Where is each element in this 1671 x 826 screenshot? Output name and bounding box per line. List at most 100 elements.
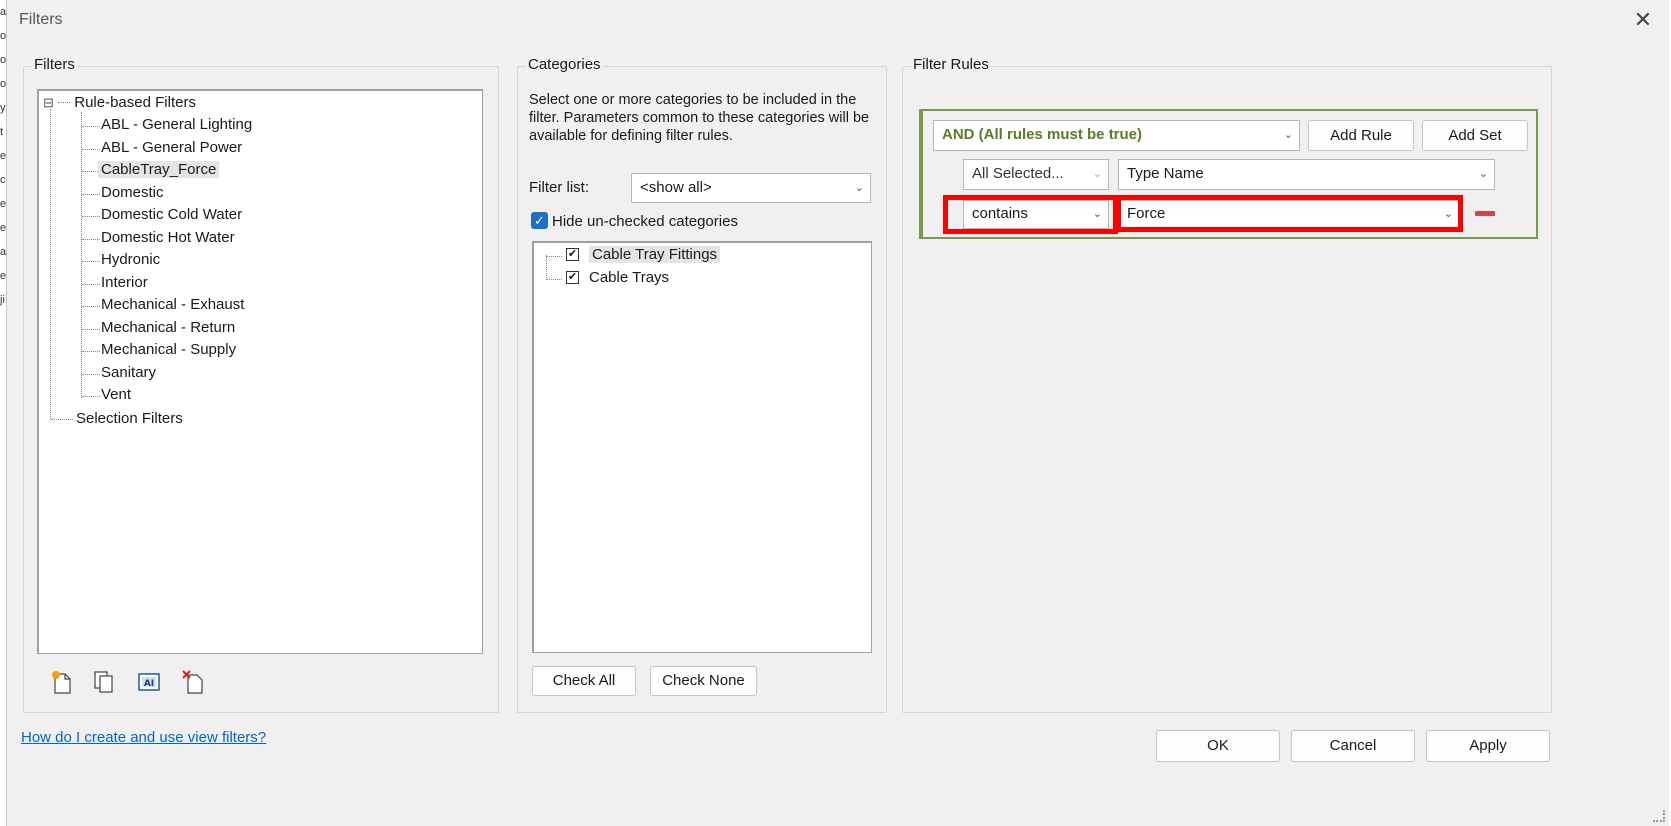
tree-connector [82, 373, 100, 375]
rule-operator-value: contains [972, 205, 1028, 222]
duplicate-filter-icon[interactable] [92, 669, 116, 695]
filters-group-label: Filters [32, 56, 77, 73]
tree-connector [546, 255, 547, 278]
hide-unchecked-checkbox[interactable]: ✓ [531, 212, 548, 229]
category-item-label: Cable Tray Fittings [589, 246, 721, 263]
filter-rules-group: Filter Rules AND (All rules must be true… [902, 56, 1552, 713]
rule-value-dropdown[interactable]: Force ⌄ [1118, 200, 1460, 229]
category-item[interactable]: Cable Trays [589, 267, 669, 289]
filter-item[interactable]: Mechanical - Return [101, 317, 235, 339]
logic-operator-dropdown[interactable]: AND (All rules must be true) ⌄ [933, 120, 1300, 151]
cancel-button[interactable]: Cancel [1291, 730, 1415, 762]
dialog-title: Filters [19, 11, 63, 28]
filter-item-label: Vent [101, 386, 132, 403]
category-checkbox[interactable]: ✔ [566, 248, 579, 261]
tree-connector [58, 102, 71, 103]
collapse-icon[interactable]: ⊟ [43, 95, 54, 110]
filter-item[interactable]: ABL - General Lighting [101, 114, 252, 136]
check-none-button[interactable]: Check None [650, 666, 757, 696]
tree-connector [546, 278, 562, 280]
rule-value-value: Force [1127, 205, 1166, 222]
tree-root-rule-based-label: Rule-based Filters [74, 94, 196, 111]
new-filter-icon[interactable] [51, 669, 75, 695]
ok-button[interactable]: OK [1156, 730, 1280, 762]
rule-parameter-value: Type Name [1127, 165, 1204, 182]
filter-item-label: Domestic Hot Water [101, 228, 235, 246]
filter-item[interactable]: Domestic Cold Water [101, 204, 242, 226]
chevron-down-icon: ⌄ [1478, 168, 1488, 180]
rule-scope-dropdown[interactable]: All Selected... ⌄ [963, 159, 1109, 190]
add-set-button[interactable]: Add Set [1422, 120, 1528, 151]
filter-item-label: CableTray_Force [98, 161, 220, 178]
apply-button[interactable]: Apply [1426, 730, 1550, 762]
add-rule-button[interactable]: Add Rule [1308, 120, 1414, 151]
tree-root-selection[interactable]: Selection Filters [76, 408, 183, 430]
filter-item-label: ABL - General Lighting [101, 116, 253, 133]
tree-connector [82, 126, 100, 127]
filter-item[interactable]: Domestic Hot Water [101, 227, 235, 249]
categories-description: Select one or more categories to be incl… [529, 92, 870, 144]
delete-filter-icon[interactable] [182, 669, 206, 695]
tree-connector [82, 261, 100, 262]
filter-item[interactable]: CableTray_Force [98, 159, 220, 181]
filter-item-label: Interior [101, 273, 148, 291]
filter-list-dropdown[interactable]: <show all> ⌄ [631, 173, 871, 203]
category-item[interactable]: Cable Tray Fittings [589, 244, 721, 266]
categories-group-label: Categories [526, 56, 603, 73]
filter-item-label: Hydronic [101, 251, 161, 268]
tree-connector [51, 419, 73, 420]
hide-unchecked-label[interactable]: Hide un-checked categories [552, 213, 738, 230]
filter-item-label: Domestic Cold Water [101, 206, 243, 223]
filter-item[interactable]: Mechanical - Supply [101, 339, 236, 361]
filter-item[interactable]: ABL - General Power [101, 137, 242, 159]
chevron-down-icon: ⌄ [854, 182, 864, 194]
categories-group: Categories Select one or more categories… [517, 56, 887, 713]
tree-root-rule-based[interactable]: ⊟ Rule-based Filters [43, 92, 196, 114]
filter-item-label: Mechanical - Supply [101, 341, 237, 358]
rule-scope-value: All Selected... [972, 165, 1064, 182]
filter-rules-group-label: Filter Rules [911, 56, 991, 73]
filter-list-value: <show all> [640, 179, 712, 196]
tree-connector [50, 109, 51, 419]
filter-item-label: Mechanical - Exhaust [101, 296, 245, 313]
chevron-down-icon: ⌄ [1443, 208, 1453, 220]
filter-item[interactable]: Hydronic [101, 249, 160, 271]
tree-connector [82, 351, 100, 352]
tree-root-selection-label: Selection Filters [76, 410, 183, 427]
filter-item[interactable]: Domestic [101, 182, 164, 204]
filter-item[interactable]: Mechanical - Exhaust [101, 294, 244, 316]
logic-operator-value: AND (All rules must be true) [942, 126, 1143, 143]
filter-item[interactable]: Sanitary [101, 362, 156, 384]
close-icon[interactable]: ✕ [1631, 8, 1655, 32]
filter-item[interactable]: Vent [101, 384, 131, 406]
check-all-button[interactable]: Check All [532, 666, 636, 696]
tree-connector [82, 396, 100, 397]
tree-connector [82, 216, 100, 217]
rule-operator-dropdown[interactable]: contains ⌄ [963, 200, 1109, 229]
tree-connector [82, 238, 100, 240]
filter-item-label: Mechanical - Return [101, 318, 236, 336]
resize-grip-icon[interactable] [1653, 810, 1665, 822]
filters-dialog: Filters ✕ Filters ⊟ Rule-based Filters A… [6, 0, 1669, 826]
title-bar: Filters ✕ [7, 0, 1669, 42]
tree-connector [81, 112, 82, 398]
svg-text:AI: AI [144, 679, 154, 689]
filters-group: Filters ⊟ Rule-based Filters ABL - Gener… [23, 56, 499, 713]
rule-set: AND (All rules must be true) ⌄ Add Rule … [919, 109, 1538, 239]
tree-connector [546, 256, 562, 257]
rule-parameter-dropdown[interactable]: Type Name ⌄ [1118, 159, 1495, 190]
rename-filter-icon[interactable]: AI [137, 669, 161, 695]
tree-connector [82, 148, 100, 150]
categories-tree[interactable]: ✔ Cable Tray Fittings ✔ Cable Trays [532, 241, 872, 653]
filter-item-label: ABL - General Power [101, 138, 243, 156]
remove-rule-icon[interactable] [1475, 211, 1495, 216]
chevron-down-icon: ⌄ [1283, 129, 1293, 141]
filters-tree[interactable]: ⊟ Rule-based Filters ABL - General Light… [37, 89, 483, 654]
filter-item-label: Domestic [101, 183, 164, 201]
filter-item-label: Sanitary [101, 363, 157, 381]
filter-list-label: Filter list: [529, 179, 589, 196]
filter-item[interactable]: Interior [101, 272, 148, 294]
category-checkbox[interactable]: ✔ [566, 270, 579, 284]
help-link[interactable]: How do I create and use view filters? [21, 729, 266, 746]
tree-connector [82, 328, 100, 330]
